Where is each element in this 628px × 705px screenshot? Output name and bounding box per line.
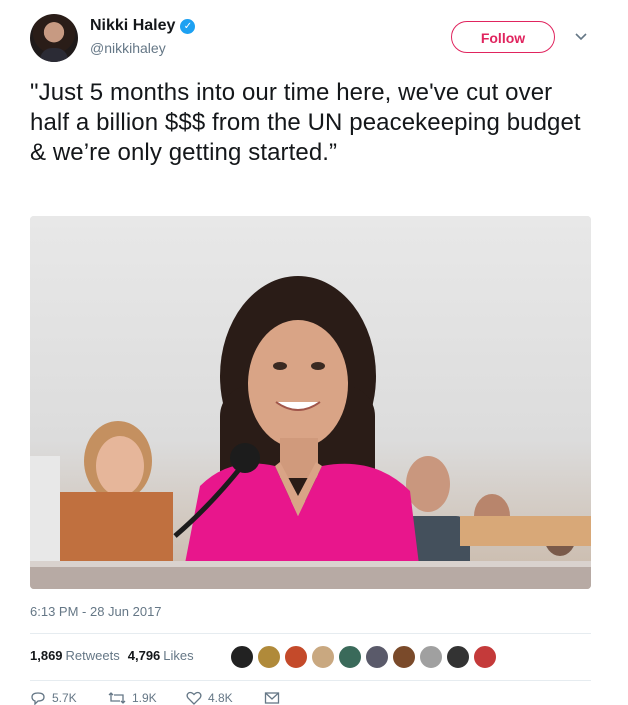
- follow-button[interactable]: Follow: [451, 21, 555, 53]
- liker-avatar[interactable]: [257, 645, 281, 669]
- engagement-stats: 1,869 Retweets 4,796 Likes: [30, 648, 194, 663]
- name-row: Nikki Haley ✓: [90, 17, 196, 35]
- retweets-label: Retweets: [65, 648, 120, 663]
- display-name[interactable]: Nikki Haley: [90, 17, 175, 35]
- user-handle[interactable]: @nikkihaley: [90, 40, 166, 56]
- likes-label: Likes: [163, 648, 194, 663]
- liker-avatar[interactable]: [230, 645, 254, 669]
- likes-count: 4,796: [127, 648, 161, 663]
- likes-stat[interactable]: 4,796 Likes: [128, 648, 194, 663]
- tweet-timestamp[interactable]: 6:13 PM - 28 Jun 2017: [30, 604, 162, 619]
- liker-avatar[interactable]: [419, 645, 443, 669]
- liker-avatar[interactable]: [392, 645, 416, 669]
- liker-avatars: [230, 645, 497, 669]
- tweet-photo[interactable]: [30, 216, 591, 589]
- liker-avatar[interactable]: [473, 645, 497, 669]
- verified-badge-icon: ✓: [180, 18, 196, 34]
- liker-avatar[interactable]: [284, 645, 308, 669]
- liker-avatar[interactable]: [338, 645, 362, 669]
- tweet-header: Nikki Haley ✓ @nikkihaley Follow: [30, 14, 600, 64]
- retweets-count: 1,869: [30, 648, 63, 663]
- divider: [30, 680, 591, 681]
- liker-avatar[interactable]: [311, 645, 335, 669]
- avatar[interactable]: [30, 14, 78, 62]
- chevron-down-icon[interactable]: [573, 28, 589, 44]
- divider: [30, 633, 591, 634]
- retweets-stat[interactable]: 1,869 Retweets: [30, 648, 120, 663]
- liker-avatar[interactable]: [446, 645, 470, 669]
- liker-avatar[interactable]: [365, 645, 389, 669]
- tweet-text: "Just 5 months into our time here, we've…: [30, 79, 581, 166]
